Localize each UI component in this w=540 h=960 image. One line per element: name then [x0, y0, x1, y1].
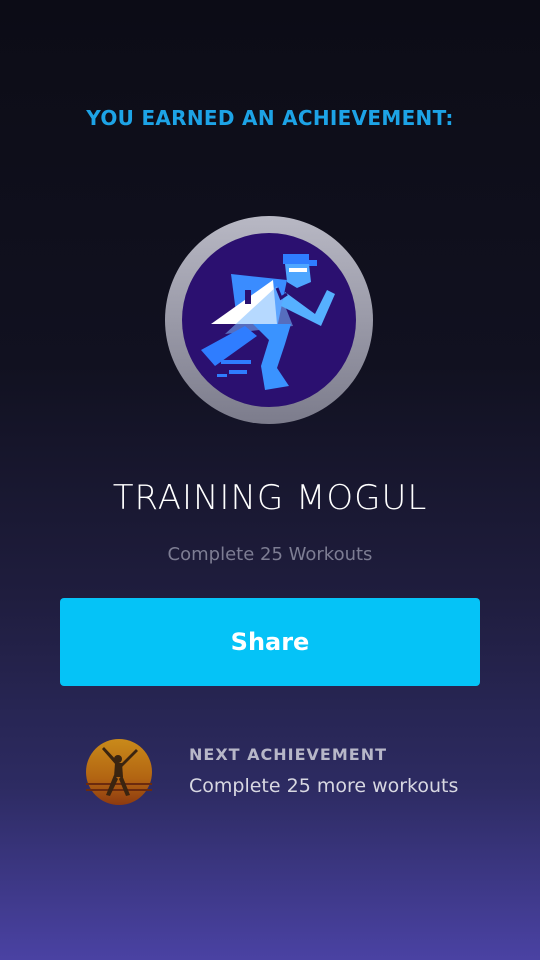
achievement-description: Complete 25 Workouts	[167, 544, 373, 565]
achievement-title: TRAINING MOGUL	[112, 478, 428, 518]
achievement-header: YOU EARNED AN ACHIEVEMENT:	[86, 106, 454, 130]
jumping-figure-badge-icon	[86, 739, 152, 805]
next-achievement-description: Complete 25 more workouts	[189, 775, 459, 797]
share-button[interactable]: Share	[60, 598, 480, 686]
next-achievement-label: NEXT ACHIEVEMENT	[189, 745, 388, 764]
running-man-badge-icon	[165, 216, 373, 424]
